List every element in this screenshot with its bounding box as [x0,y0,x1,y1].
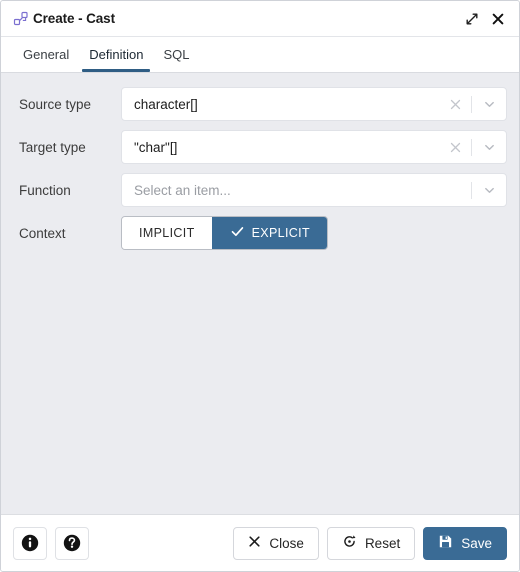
create-cast-dialog: Create - Cast General Definition SQL Sou… [0,0,520,572]
close-button-label: Close [269,535,304,551]
target-type-field: "char"[] [121,130,507,164]
cast-nodes-icon [12,10,30,28]
close-x-icon [248,535,261,551]
target-type-select[interactable]: "char"[] [121,130,507,164]
context-option-implicit-label: IMPLICIT [139,226,195,240]
info-icon[interactable] [13,526,47,560]
context-option-implicit[interactable]: IMPLICIT [122,217,212,249]
tab-definition-label: Definition [89,47,144,62]
row-function: Function Select an item... [13,173,507,207]
reset-icon [342,534,357,552]
source-type-select[interactable]: character[] [121,87,507,121]
save-button-label: Save [461,535,492,551]
dialog-title: Create - Cast [33,11,115,26]
tab-general[interactable]: General [13,37,79,72]
context-label: Context [19,225,66,241]
target-type-divider [471,138,472,156]
function-divider [471,181,472,199]
target-type-clear-icon[interactable] [445,137,465,157]
source-type-chevron-down-icon[interactable] [478,94,500,114]
dialog-tabs: General Definition SQL [1,37,519,73]
row-source-type: Source type character[] [13,87,507,121]
definition-panel: Source type character[] Target type "cha… [1,73,519,514]
expand-icon[interactable] [459,6,485,32]
function-placeholder: Select an item... [134,182,231,198]
source-type-label: Source type [19,96,92,112]
dialog-titlebar: Create - Cast [1,1,519,37]
function-select[interactable]: Select an item... [121,173,507,207]
reset-button-label: Reset [364,535,401,551]
close-icon[interactable] [485,6,511,32]
target-type-chevron-down-icon[interactable] [478,137,500,157]
context-option-explicit-label: EXPLICIT [251,226,310,240]
source-type-clear-icon[interactable] [445,94,465,114]
context-toggle-group: IMPLICIT EXPLICIT [121,216,328,250]
function-field: Select an item... [121,173,507,207]
row-context: Context IMPLICIT EXPLICIT [13,216,507,250]
function-chevron-down-icon[interactable] [478,180,500,200]
context-option-explicit[interactable]: EXPLICIT [211,217,327,249]
context-field: IMPLICIT EXPLICIT [121,216,507,250]
row-target-type: Target type "char"[] [13,130,507,164]
target-type-value: "char"[] [134,139,178,155]
reset-button[interactable]: Reset [326,526,416,560]
source-type-field: character[] [121,87,507,121]
save-button[interactable]: Save [423,526,507,560]
check-icon [230,224,245,242]
tab-general-label: General [23,47,70,62]
source-type-divider [471,95,472,113]
close-button[interactable]: Close [233,526,319,560]
tab-definition[interactable]: Definition [79,37,153,72]
save-floppy-icon [438,534,453,552]
target-type-label: Target type [19,139,86,155]
dialog-footer: Close Reset Save [1,514,519,571]
tab-sql-label: SQL [163,47,190,62]
source-type-value: character[] [134,96,198,112]
help-icon[interactable] [55,526,89,560]
function-label: Function [19,182,71,198]
tab-sql[interactable]: SQL [153,37,199,72]
